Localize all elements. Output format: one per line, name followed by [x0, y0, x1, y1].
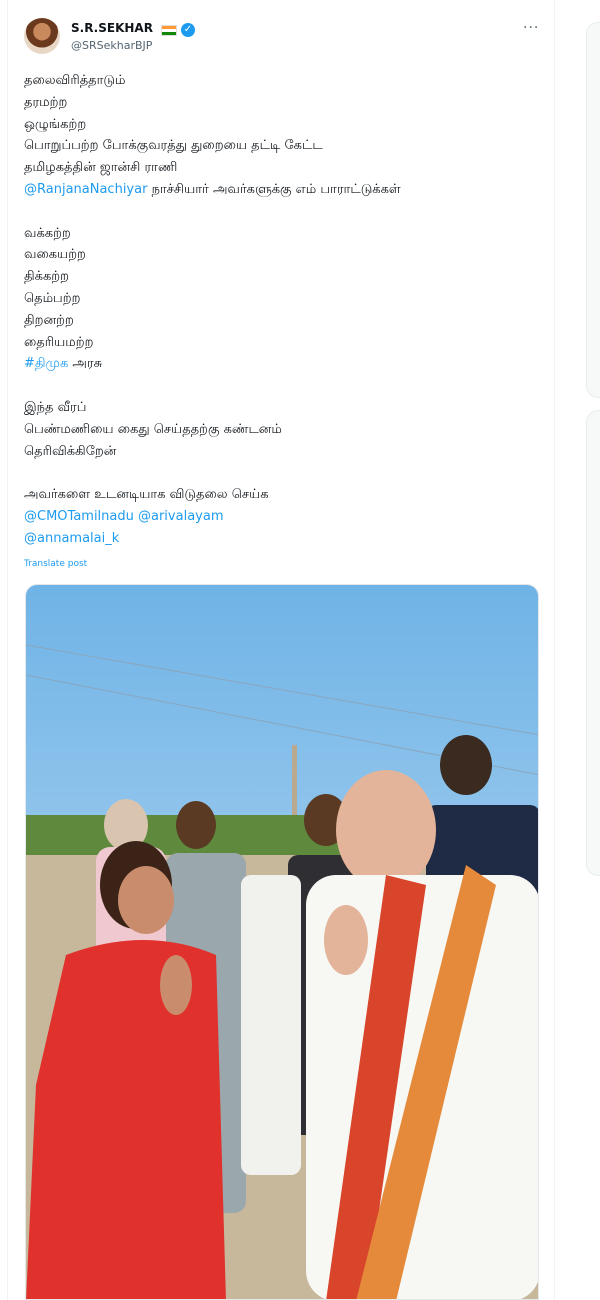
post-text-segment: தரமற்ற: [24, 94, 68, 110]
post-photo[interactable]: [25, 584, 539, 1300]
verified-badge-icon: ✓: [181, 23, 195, 37]
post-text-line: வகையற்ற: [24, 244, 544, 266]
post-text-segment: தலைவிரித்தாடும்: [24, 73, 126, 88]
post-text-segment: இந்த வீரப்: [24, 399, 87, 415]
post-text-segment: தெம்பற்ற: [24, 290, 81, 306]
mention-link[interactable]: @annamalai_k: [24, 531, 119, 546]
post-text-segment: திக்கற்ற: [24, 269, 69, 285]
post-text-line: தெரிவிக்கிறேன்: [24, 441, 544, 463]
post-text-line: இந்த வீரப்: [24, 397, 544, 419]
post-text-segment: அவர்களை உடனடியாக விடுதலை செய்க: [24, 487, 269, 503]
post-text-line: தெம்பற்ற: [24, 288, 544, 310]
post-text-line: தமிழகத்தின் ஜான்சி ராணி: [24, 157, 544, 179]
post-text-segment: தைரியமற்ற: [24, 334, 94, 350]
author-avatar[interactable]: [24, 18, 60, 54]
post-text: தலைவிரித்தாடும் தரமற்ற ஒழுங்கற்ற பொறுப்பற்ற…: [24, 70, 544, 550]
column-divider: [554, 0, 555, 1300]
post-text-line: பொறுப்பற்ற போக்குவரத்து துறையை தட்டி கேட…: [24, 135, 544, 157]
post-text-line: திக்கற்ற: [24, 266, 544, 288]
post-text-line: @CMOTamilnadu @arivalayam: [24, 506, 544, 528]
post-text-segment: ஒழுங்கற்ற: [24, 116, 87, 132]
translate-post-link[interactable]: Translate post: [24, 559, 87, 569]
sidebar-card: [586, 410, 600, 876]
mention-link[interactable]: @RanjanaNachiyar: [24, 182, 147, 197]
post-text-segment: நாச்சியார் அவர்களுக்கு எம் பாராட்டுக்கள்: [147, 181, 401, 197]
india-flag-icon: [161, 25, 177, 36]
post-text-segment: பெண்மணியை கைது செய்ததற்கு கண்டனம்: [24, 421, 282, 437]
post-text-line: #திமுக அரசு: [24, 353, 544, 375]
post-text-line: பெண்மணியை கைது செய்ததற்கு கண்டனம்: [24, 419, 544, 441]
post-text-line: திறனற்ற: [24, 310, 544, 332]
post-text-segment: பொறுப்பற்ற போக்குவரத்து துறையை தட்டி கேட…: [24, 138, 323, 154]
post-text-line: @annamalai_k: [24, 528, 544, 550]
hashtag-link[interactable]: #திமுக: [24, 356, 68, 371]
post-text-line: ஒழுங்கற்ற: [24, 114, 544, 136]
post-text-line: தரமற்ற: [24, 92, 544, 114]
post-text-line: தலைவிரித்தாடும்: [24, 70, 544, 92]
post-text-segment: வக்கற்ற: [24, 225, 71, 241]
post-text-line: @RanjanaNachiyar நாச்சியார் அவர்களுக்கு …: [24, 179, 544, 201]
author-name[interactable]: S.R.SEKHAR: [71, 21, 153, 35]
post-text-line: வக்கற்ற: [24, 223, 544, 245]
post-text-segment: வகையற்ற: [24, 247, 86, 263]
post-text-segment: திறனற்ற: [24, 312, 74, 328]
post-text-line: தைரியமற்ற: [24, 332, 544, 354]
post[interactable]: S.R.SEKHAR ✓ @SRSekharBJP ··· தலைவிரித்த…: [8, 0, 554, 1300]
post-text-segment: தெரிவிக்கிறேன்: [24, 443, 117, 459]
mention-link[interactable]: @CMOTamilnadu @arivalayam: [24, 509, 223, 524]
more-options-icon[interactable]: ···: [523, 20, 539, 36]
author-handle[interactable]: @SRSekharBJP: [71, 39, 152, 52]
post-text-line: அவர்களை உடனடியாக விடுதலை செய்க: [24, 484, 544, 506]
post-text-segment: அரசு: [68, 356, 103, 372]
sidebar-card: [586, 22, 600, 398]
photo-image: [26, 585, 538, 1299]
post-text-segment: தமிழகத்தின் ஜான்சி ராணி: [24, 160, 178, 176]
